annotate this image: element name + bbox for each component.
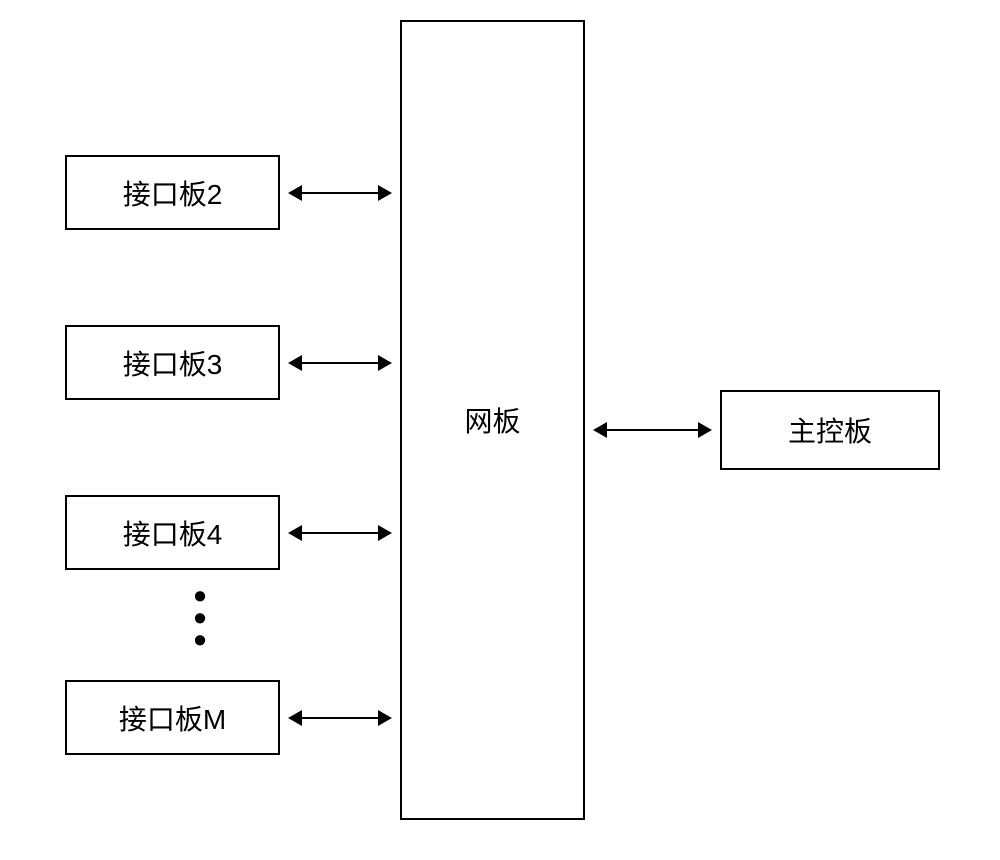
interface-board-2-label: 接口板2 <box>123 173 223 213</box>
dot: • <box>194 619 207 660</box>
arrow-board2-to-network <box>290 192 390 194</box>
interface-board-m: 接口板M <box>65 680 280 755</box>
arrow-board4-to-network <box>290 532 390 534</box>
interface-board-3-label: 接口板3 <box>123 343 223 383</box>
main-control-board-label: 主控板 <box>788 410 872 450</box>
interface-board-m-label: 接口板M <box>119 698 226 738</box>
arrow-board3-to-network <box>290 362 390 364</box>
interface-board-2: 接口板2 <box>65 155 280 230</box>
interface-board-4: 接口板4 <box>65 495 280 570</box>
main-control-board: 主控板 <box>720 390 940 470</box>
network-board: 网板 <box>400 20 585 820</box>
interface-board-4-label: 接口板4 <box>123 513 223 553</box>
arrow-network-to-main <box>595 429 710 431</box>
ellipsis-dots: • • • <box>190 585 210 651</box>
arrow-boardm-to-network <box>290 717 390 719</box>
network-board-label: 网板 <box>464 400 520 440</box>
interface-board-3: 接口板3 <box>65 325 280 400</box>
